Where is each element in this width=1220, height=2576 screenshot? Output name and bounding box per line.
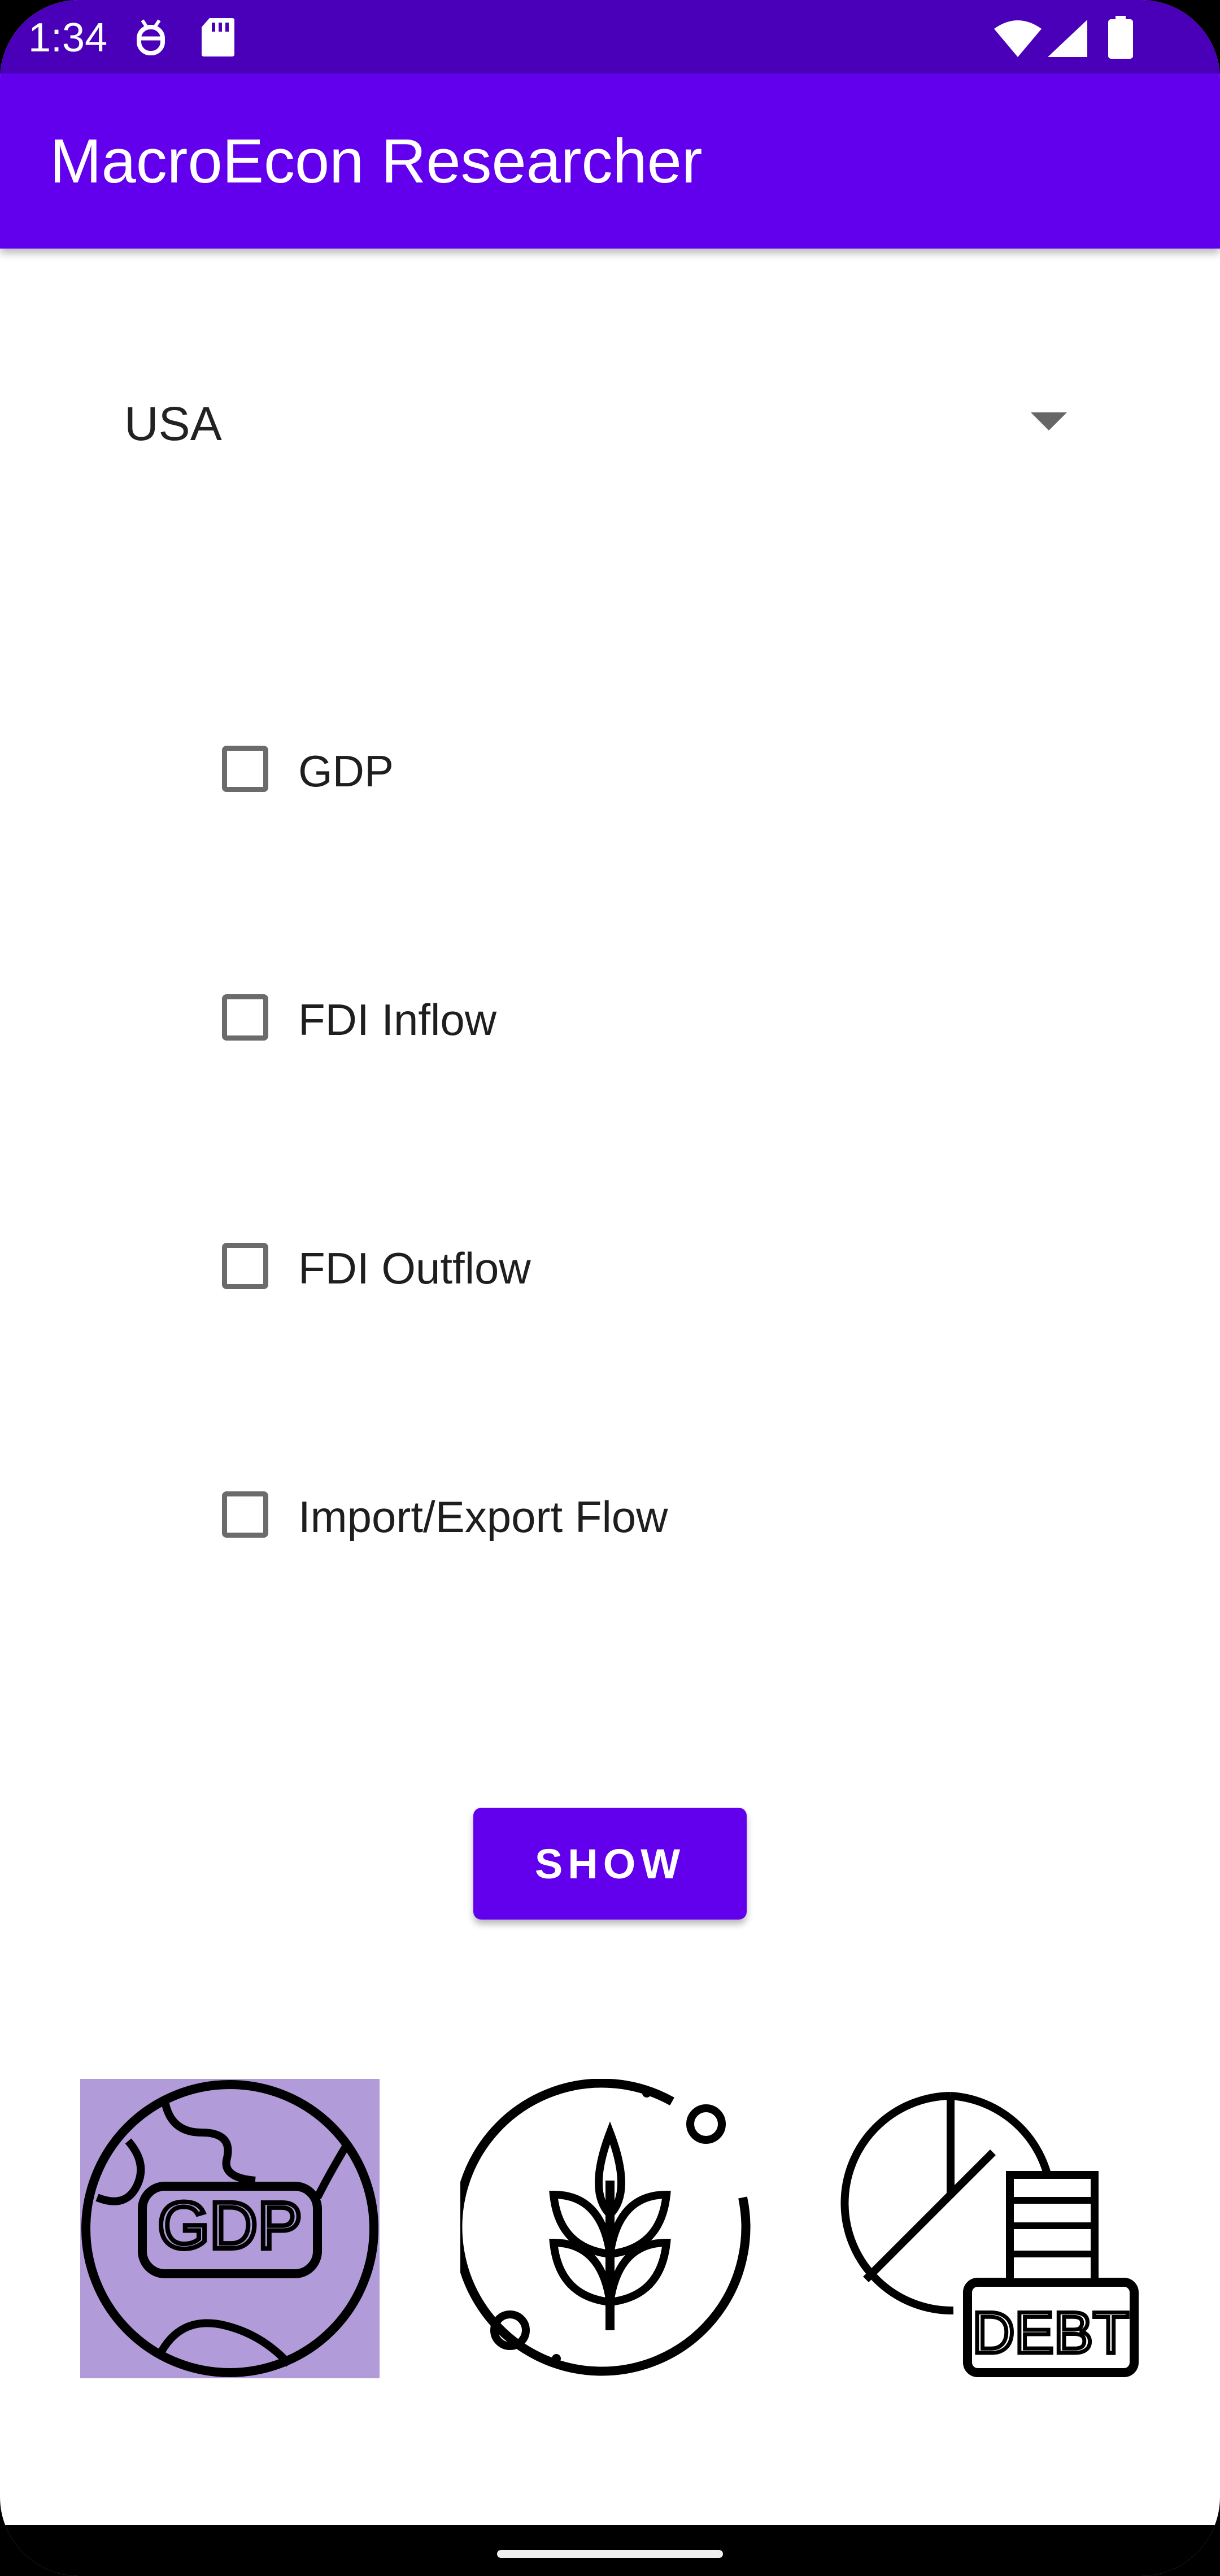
checkbox-fdi-outflow[interactable]: FDI Outflow [217, 1234, 1065, 1302]
debt-icon-text: DEBT [972, 2300, 1128, 2366]
app-bar: MacroEcon Researcher [0, 73, 1220, 249]
battery-icon [1108, 16, 1133, 62]
country-spinner[interactable]: USA [99, 373, 1116, 475]
status-bar: 1:34 [0, 0, 1220, 73]
debt-chart-icon: DEBT [840, 2092, 1139, 2377]
checkbox-label: FDI Outflow [298, 1243, 531, 1293]
phone-screen: 1:34 MacroEcon Researcher USA GDP FDI In… [0, 0, 1220, 2576]
bug-icon [131, 17, 171, 59]
wifi-icon [994, 20, 1042, 60]
signal-icon [1048, 20, 1087, 60]
checkbox-import-export-flow[interactable]: Import/Export Flow [217, 1483, 1065, 1551]
home-gesture-handle[interactable] [497, 2550, 723, 2558]
checkbox-gdp[interactable]: GDP [217, 737, 1065, 805]
gdp-icon-text: GDP [158, 2188, 302, 2263]
checkbox-box[interactable] [222, 1243, 268, 1289]
gdp-globe-icon: GDP [81, 2080, 378, 2377]
show-button[interactable]: SHOW [473, 1808, 747, 1920]
app-title: MacroEcon Researcher [50, 127, 703, 196]
checkbox-box[interactable] [222, 1491, 268, 1538]
checkbox-label: GDP [298, 746, 394, 796]
sd-card-icon [201, 17, 236, 60]
agriculture-tile[interactable] [460, 2079, 760, 2378]
checkbox-label: FDI Inflow [298, 995, 497, 1045]
checkbox-fdi-inflow[interactable]: FDI Inflow [217, 986, 1065, 1054]
checkbox-label: Import/Export Flow [298, 1492, 668, 1542]
status-time: 1:34 [28, 15, 108, 60]
agriculture-wheat-icon [460, 2079, 751, 2376]
debt-tile[interactable]: DEBT [840, 2079, 1140, 2378]
checkbox-box[interactable] [222, 746, 268, 792]
spinner-selected-value: USA [124, 397, 222, 450]
dropdown-arrow-icon [1031, 412, 1067, 430]
checkbox-box[interactable] [222, 994, 268, 1041]
gdp-tile[interactable]: GDP [80, 2079, 380, 2378]
